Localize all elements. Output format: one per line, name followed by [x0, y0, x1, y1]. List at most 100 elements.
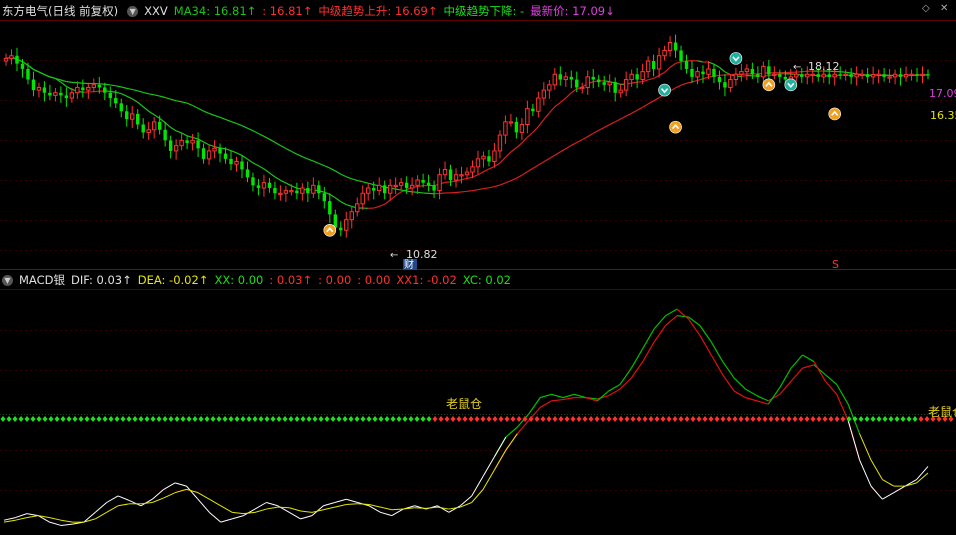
candle-body-down	[531, 108, 535, 112]
signal-dot	[90, 416, 96, 422]
candle-body-up	[289, 190, 294, 193]
dif-line-segment	[346, 498, 358, 503]
signal-dot	[24, 416, 30, 422]
signal-dot	[252, 416, 258, 422]
signal-dot	[900, 416, 906, 422]
signal-dot	[300, 416, 306, 422]
dif-line-segment	[882, 492, 895, 500]
candle-body-up	[903, 74, 909, 78]
dif-line-segment	[288, 511, 301, 520]
candle-body-up	[503, 121, 508, 136]
dif-line-segment	[94, 502, 107, 513]
signal-dot	[348, 416, 354, 422]
ma34-segment	[33, 68, 40, 73]
macd-band-segment	[653, 315, 667, 330]
candle-body-down	[679, 50, 683, 62]
signal-dot	[798, 416, 804, 422]
signal-dot	[444, 416, 450, 422]
signal-dot	[684, 416, 690, 422]
dea-line-segment	[15, 517, 27, 521]
candle-body-up	[9, 55, 14, 59]
signal-dot	[594, 416, 600, 422]
signal-dot	[42, 416, 48, 422]
signal-dot	[786, 416, 792, 422]
macd-band-segment	[836, 394, 849, 421]
signal-dot	[870, 416, 876, 422]
signal-dot	[228, 416, 234, 422]
s-marker[interactable]: S	[832, 258, 839, 271]
signal-dot	[126, 416, 132, 422]
signal-dot	[324, 416, 330, 422]
candle-body-down	[125, 111, 129, 120]
buy-signal-icon	[828, 107, 842, 121]
ma34-segment	[581, 136, 589, 141]
macd-band-segment	[551, 393, 564, 399]
dif-line-segment	[129, 500, 142, 507]
ma-short-segment	[537, 119, 545, 127]
candle-body-up	[311, 184, 316, 194]
dea-line-segment	[334, 503, 347, 508]
ma34-segment	[143, 91, 149, 95]
ma-short-segment	[637, 81, 643, 83]
candle-body-down	[339, 227, 343, 231]
candle-body-down	[756, 74, 760, 77]
macd-band-segment	[779, 367, 792, 389]
dif-line-segment	[859, 459, 872, 487]
signal-dot	[426, 416, 432, 422]
candle-body-up	[892, 73, 898, 78]
candle-body-up	[772, 73, 777, 76]
dea-line-segment	[232, 511, 244, 515]
candle-body-up	[355, 203, 360, 213]
ma34-segment	[291, 150, 298, 155]
candle-body-down	[882, 74, 886, 77]
ma-short-segment	[570, 88, 578, 94]
ma34-segment	[554, 151, 561, 156]
signal-dot	[552, 416, 558, 422]
candle-body-up	[547, 84, 552, 91]
candle-body-down	[114, 98, 118, 104]
signal-dot	[186, 416, 192, 422]
ma34-segment	[60, 79, 67, 83]
ma34-segment	[258, 132, 265, 137]
candle-body-down	[295, 190, 299, 194]
ma-short-segment	[291, 185, 298, 189]
signal-dot	[756, 416, 762, 422]
ma-short-segment	[148, 110, 155, 116]
candle-body-down	[421, 180, 425, 183]
candle-body-down	[750, 68, 755, 75]
ma-short-segment	[741, 74, 747, 77]
ma34-segment	[488, 185, 495, 189]
signal-dot	[108, 416, 114, 422]
candle-body-up	[437, 174, 442, 192]
dif-line-segment	[3, 517, 16, 521]
signal-dot	[12, 416, 18, 422]
candle-body-down	[42, 87, 47, 93]
high-price-label: 18.12	[808, 60, 840, 73]
signal-dot	[450, 416, 456, 422]
ma-short-segment	[164, 122, 172, 128]
candle-body-down	[426, 182, 431, 186]
stock-chart[interactable]: 10.82 ← 18.12 ← 17.09 16.35 财 S 老鼠仓 老鼠仓	[0, 0, 956, 535]
dea-line-segment	[254, 508, 267, 513]
candle-body-down	[245, 169, 250, 178]
signal-dot	[414, 416, 420, 422]
support-price-label: 16.35	[930, 109, 956, 122]
ma-short-segment	[450, 180, 457, 183]
candle-body-up	[3, 57, 9, 62]
ma34-segment	[340, 173, 347, 178]
ma34-segment	[55, 77, 62, 81]
ma34-segment	[241, 125, 248, 129]
candle-body-up	[821, 73, 826, 78]
signal-dot	[804, 416, 810, 422]
candle-body-up	[283, 190, 289, 194]
macd-band-segment	[676, 308, 689, 320]
ma-short-segment	[170, 126, 177, 132]
ma34-segment	[620, 115, 627, 120]
signal-dot	[258, 416, 264, 422]
candle-body-up	[580, 86, 585, 90]
candle-body-up	[69, 92, 75, 99]
candle-body-up	[629, 73, 634, 81]
candle-body-down	[136, 113, 140, 125]
ma34-segment	[527, 167, 534, 173]
macd-band-segment	[733, 377, 746, 390]
